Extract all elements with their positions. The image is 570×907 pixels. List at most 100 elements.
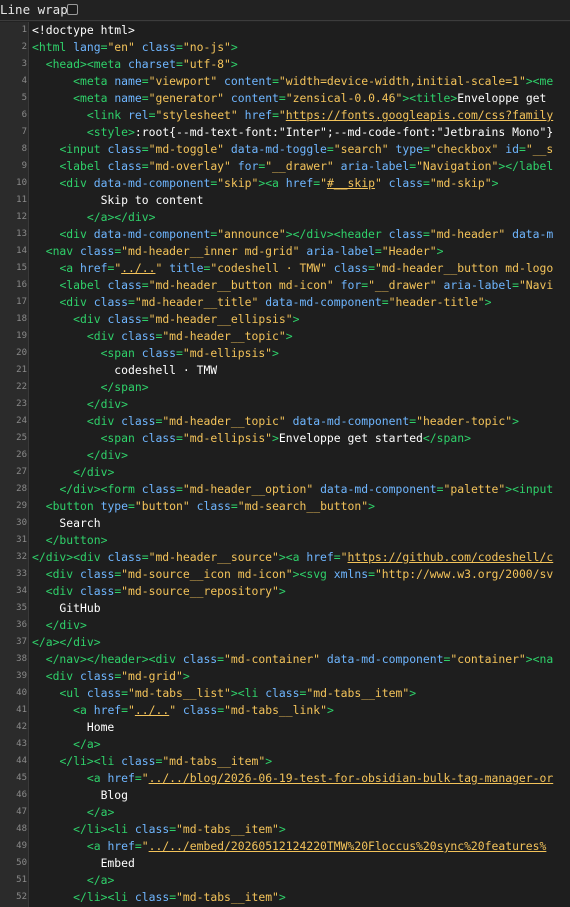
- code-token: class: [107, 278, 142, 292]
- code-token: class: [80, 567, 115, 581]
- code-token: "md-tabs__item": [176, 890, 279, 904]
- code-token: >: [278, 822, 286, 836]
- code-token: ><a: [278, 550, 307, 564]
- code-token: class: [141, 40, 177, 54]
- code-link[interactable]: https://github.com/codeshell/c: [348, 550, 554, 564]
- line-number: 16: [16, 280, 27, 290]
- code-token: <span: [100, 431, 142, 445]
- code-token: GitHub: [32, 601, 101, 615]
- code-token: ": [278, 108, 286, 122]
- code-token: <div: [73, 312, 108, 326]
- code-token: >: [278, 584, 286, 598]
- code-line: <a href="../.." title="codeshell · TMW" …: [32, 260, 553, 277]
- code-token: href: [107, 839, 135, 853]
- line-wrap-label: Line wrap: [0, 2, 68, 17]
- line-number: 15: [16, 263, 27, 273]
- line-number: 45: [16, 773, 27, 783]
- code-token: class: [80, 244, 115, 258]
- line-number: 41: [16, 705, 27, 715]
- code-link[interactable]: #__skip: [327, 176, 375, 190]
- code-token: charset: [128, 57, 177, 71]
- code-token: </button>: [45, 533, 108, 547]
- code-token: </li><li: [73, 822, 135, 836]
- code-link[interactable]: ../..: [135, 703, 169, 717]
- line-number: 9: [21, 161, 27, 171]
- line-number: 24: [16, 416, 27, 426]
- line-number: 6: [21, 110, 27, 120]
- code-line: <link rel="stylesheet" href="https://fon…: [32, 107, 553, 124]
- line-number: 8: [21, 144, 27, 154]
- code-token: "md-tabs__link": [224, 703, 327, 717]
- code-link[interactable]: ../../embed/20260512124220TMW%20Floccus%…: [149, 839, 547, 853]
- code-token: "md-overlay": [148, 159, 231, 173]
- code-token: data-md-toggle: [230, 142, 327, 156]
- code-token: class: [121, 329, 156, 343]
- line-number-gutter: 1 2 3 4 5 6 7 8 9 10 11 12 13 14 15 16 17 18 19 20 21 22 23 24 2…: [0, 22, 29, 907]
- code-token: class: [93, 295, 129, 309]
- line-number: 30: [16, 518, 27, 528]
- code-token: =: [176, 431, 183, 445]
- code-token: Search: [32, 516, 101, 530]
- code-token: Blog: [32, 788, 129, 802]
- code-token: ": [128, 703, 135, 717]
- code-line: </div>: [32, 617, 87, 634]
- code-token: "viewport": [148, 74, 218, 88]
- code-token: class: [80, 584, 115, 598]
- code-token: Enveloppe get started: [278, 431, 423, 445]
- code-token: "palette": [443, 482, 506, 496]
- code-line: </li><li class="md-tabs__item">: [32, 753, 272, 770]
- code-token: </div>: [86, 397, 129, 411]
- line-number: 38: [16, 654, 27, 664]
- line-number: 46: [16, 790, 27, 800]
- line-number: 10: [16, 178, 27, 188]
- code-link[interactable]: https://fonts.googleapis.com/css?family: [286, 108, 553, 122]
- code-token: >: [512, 414, 519, 428]
- code-line: </div><div class="md-header__source"><a …: [32, 549, 553, 566]
- code-line: </a></div>: [32, 209, 156, 226]
- code-token: "md-container": [224, 652, 321, 666]
- code-line: <div class="md-header__title" data-md-co…: [32, 294, 491, 311]
- code-token: :root{--md-text-font:"Inter";--md-code-f…: [134, 125, 554, 139]
- code-link[interactable]: ../../blog/2026-06-19-test-for-obsidian-…: [149, 771, 554, 785]
- code-token: =: [121, 703, 129, 717]
- code-link[interactable]: ../..: [121, 261, 155, 275]
- code-token: =: [141, 278, 149, 292]
- code-token: Embed: [32, 856, 135, 870]
- line-number: 51: [16, 875, 27, 885]
- code-token: >: [285, 329, 293, 343]
- code-token: <div: [45, 584, 81, 598]
- code-token: <button: [45, 499, 101, 513]
- code-token: class: [196, 499, 231, 513]
- code-token: =: [121, 686, 129, 700]
- code-token: <div: [45, 567, 81, 581]
- code-token: "md-grid": [121, 669, 183, 683]
- code-token: class: [265, 686, 300, 700]
- code-token: aria-label: [443, 278, 513, 292]
- code-line: <span class="md-ellipsis">: [32, 345, 279, 362]
- source-code-view[interactable]: <!doctype html> <html lang="en" class="no…: [29, 22, 570, 907]
- code-line: <div data-md-component = "announce"></div>…: [32, 226, 553, 243]
- code-token: "md-tabs__list": [128, 686, 231, 700]
- code-token: "header-title": [388, 295, 485, 309]
- code-line: </div>: [32, 464, 114, 481]
- line-wrap-checkbox[interactable]: [67, 4, 78, 15]
- code-token: =: [141, 91, 149, 105]
- code-token: <style>: [86, 125, 135, 139]
